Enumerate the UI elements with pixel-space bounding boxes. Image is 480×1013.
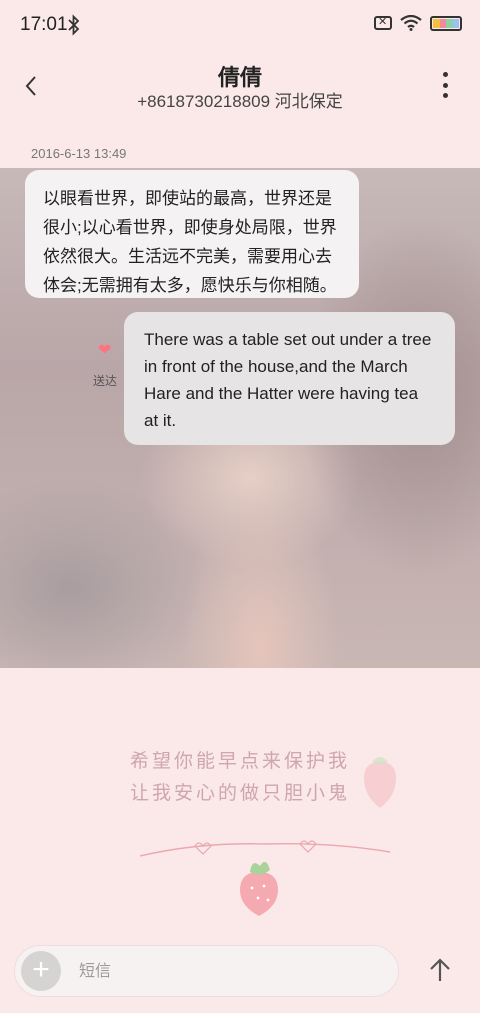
conversation-header: 倩倩 +8618730218809 河北保定 (0, 52, 480, 132)
add-attachment-button[interactable]: + (21, 951, 61, 991)
strawberry-icon (240, 861, 278, 916)
incoming-message-bubble[interactable]: 以眼看世界，即使站的最高，世界还是很小;以心看世界，即使身处局限，世界依然很大。… (25, 170, 359, 298)
contact-detail: +8618730218809 河北保定 (137, 92, 343, 111)
message-timestamp: 2016-6-13 13:49 (31, 146, 127, 161)
bluetooth-icon (68, 14, 80, 36)
delivery-status: 送达 (93, 374, 118, 388)
heart-icon: ❤ (98, 342, 112, 359)
wifi-icon (400, 15, 422, 31)
status-bar: 17:01 (0, 0, 480, 52)
wallpaper-text-line-1: 希望你能早点来保护我 (129, 751, 350, 772)
more-options-icon[interactable] (440, 72, 450, 98)
outgoing-message-bubble[interactable]: There was a table set out under a tree i… (124, 312, 455, 445)
status-time: 17:01 (20, 14, 68, 35)
sms-input[interactable] (77, 946, 381, 998)
battery-icon (430, 15, 462, 31)
wallpaper-text-line-2: 让我安心的做只胆小鬼 (129, 783, 350, 804)
no-sim-icon (374, 15, 392, 30)
strawberry-icon (364, 757, 396, 808)
message-composer: + (14, 945, 399, 998)
send-arrow-icon[interactable] (420, 951, 460, 991)
